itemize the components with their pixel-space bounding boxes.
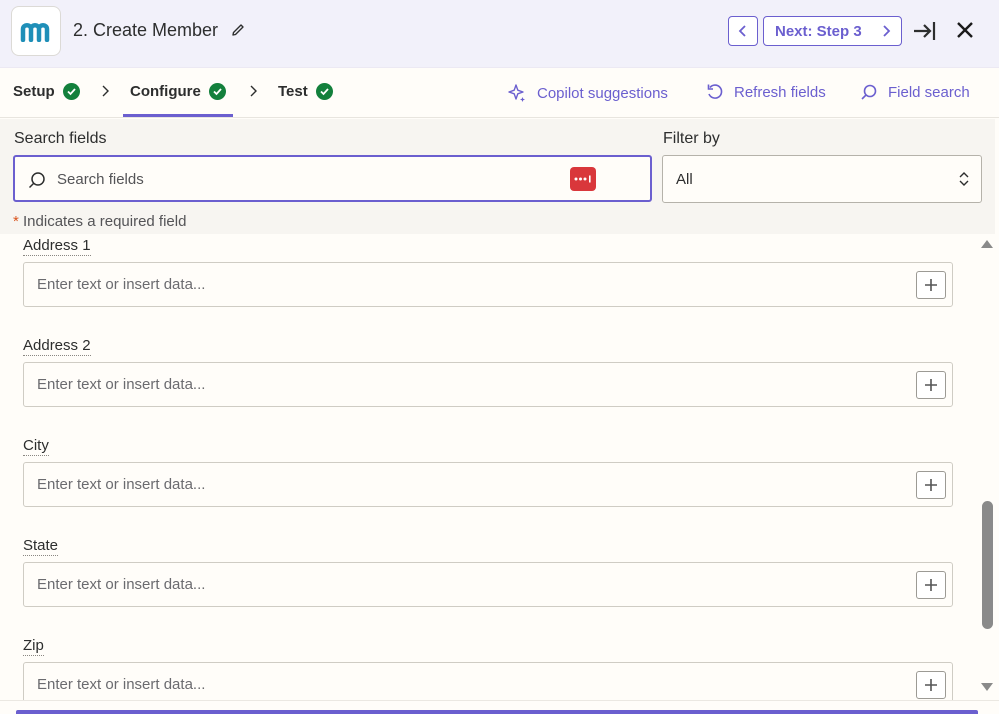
refresh-fields-button[interactable]: Refresh fields <box>706 83 826 101</box>
insert-data-button[interactable] <box>916 671 946 699</box>
scroll-down-arrow-icon[interactable] <box>980 681 994 693</box>
field-placeholder: Enter text or insert data... <box>37 276 206 293</box>
tab-configure-label: Configure <box>130 83 201 100</box>
chevron-left-icon <box>738 25 746 37</box>
chevron-right-icon <box>250 85 257 97</box>
plus-icon <box>925 279 937 291</box>
tab-test-label: Test <box>278 83 308 100</box>
tab-test[interactable]: Test <box>278 83 333 100</box>
required-note-text: Indicates a required field <box>23 213 187 230</box>
field-search-button[interactable]: Field search <box>860 83 970 101</box>
refresh-fields-label: Refresh fields <box>734 83 826 101</box>
search-icon <box>861 84 877 100</box>
continue-button-edge[interactable] <box>16 710 978 714</box>
tab-configure[interactable]: Configure <box>130 83 226 100</box>
check-icon <box>208 83 226 100</box>
city-input[interactable]: Enter text or insert data... <box>23 462 953 507</box>
sparkle-icon <box>508 84 525 102</box>
scroll-up-arrow-icon[interactable] <box>980 238 994 250</box>
search-input[interactable]: Search fields <box>13 155 652 202</box>
password-manager-icon[interactable] <box>570 167 596 191</box>
field-label-state: State <box>23 537 59 556</box>
step-tabs: Setup Configure Test Copilot suggestions <box>0 68 999 118</box>
plus-icon <box>925 679 937 691</box>
tab-setup[interactable]: Setup <box>13 83 80 100</box>
next-step-button[interactable]: Next: Step 3 <box>763 16 902 46</box>
refresh-icon <box>707 84 723 99</box>
required-field-note: * Indicates a required field <box>13 213 186 230</box>
app-logo <box>11 6 61 56</box>
app-header: 2. Create Member Next: Step 3 <box>0 0 999 68</box>
plus-icon <box>925 579 937 591</box>
previous-step-button[interactable] <box>728 16 758 46</box>
check-icon <box>62 83 80 100</box>
field-placeholder: Enter text or insert data... <box>37 476 206 493</box>
fields-list: Address 1 Enter text or insert data... A… <box>0 234 977 700</box>
plus-icon <box>925 379 937 391</box>
state-input[interactable]: Enter text or insert data... <box>23 562 953 607</box>
field-placeholder: Enter text or insert data... <box>37 576 206 593</box>
step-title: 2. Create Member <box>73 20 219 40</box>
copilot-suggestions-label: Copilot suggestions <box>537 84 668 102</box>
insert-data-button[interactable] <box>916 271 946 299</box>
field-search-label: Field search <box>888 83 970 101</box>
app-logo-mark <box>20 23 50 42</box>
chevron-right-icon <box>102 85 109 97</box>
up-down-chevron-icon <box>959 172 969 186</box>
field-placeholder: Enter text or insert data... <box>37 376 206 393</box>
tab-setup-label: Setup <box>13 83 55 100</box>
zip-input[interactable]: Enter text or insert data... <box>23 662 953 700</box>
field-placeholder: Enter text or insert data... <box>37 676 206 693</box>
pencil-icon[interactable] <box>230 22 246 38</box>
address-2-input[interactable]: Enter text or insert data... <box>23 362 953 407</box>
field-label-address-2: Address 2 <box>23 337 91 356</box>
filter-by-label: Filter by <box>663 130 720 147</box>
copilot-suggestions-button[interactable]: Copilot suggestions <box>507 83 668 103</box>
search-panel: Search fields Search fields Filter by Al… <box>0 119 995 234</box>
insert-data-button[interactable] <box>916 571 946 599</box>
insert-data-button[interactable] <box>916 371 946 399</box>
search-icon <box>28 172 45 189</box>
plus-icon <box>925 479 937 491</box>
field-label-zip: Zip <box>23 637 44 656</box>
check-icon <box>315 83 333 100</box>
insert-data-button[interactable] <box>916 471 946 499</box>
field-label-city: City <box>23 437 49 456</box>
next-step-label: Next: Step 3 <box>775 22 862 40</box>
search-placeholder: Search fields <box>57 171 144 188</box>
address-1-input[interactable]: Enter text or insert data... <box>23 262 953 307</box>
divider <box>0 700 999 701</box>
close-icon[interactable] <box>955 20 975 40</box>
chevron-right-icon <box>883 25 891 37</box>
search-fields-label: Search fields <box>14 130 107 147</box>
required-star: * <box>13 213 19 230</box>
filter-value: All <box>676 171 693 188</box>
exit-panel-icon[interactable] <box>912 20 936 42</box>
active-tab-indicator <box>123 114 233 117</box>
field-label-address-1: Address 1 <box>23 237 91 256</box>
filter-select[interactable]: All <box>662 155 982 203</box>
scrollbar-thumb[interactable] <box>982 501 993 629</box>
